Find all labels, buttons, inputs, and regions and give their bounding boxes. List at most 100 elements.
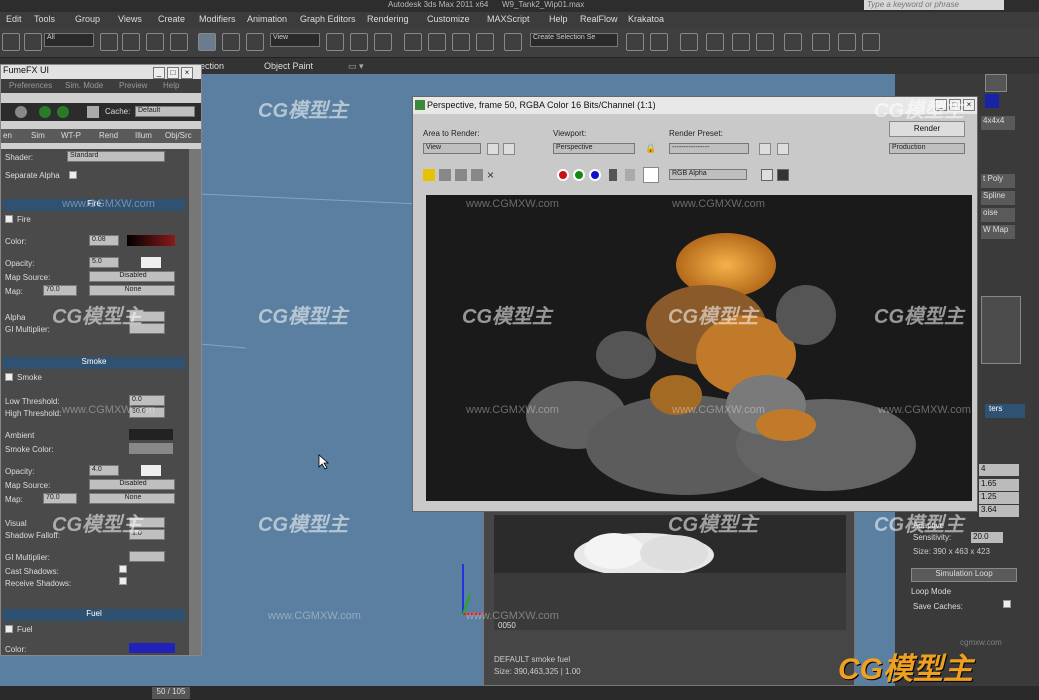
swatch-icon[interactable] (643, 167, 659, 183)
smoke-map-source-dropdown[interactable]: Disabled (89, 479, 175, 490)
cmd-value-2[interactable]: 1.25 (979, 492, 1019, 504)
mirror-icon[interactable] (626, 33, 644, 51)
named-selection-dropdown[interactable]: Create Selection Se (530, 33, 618, 47)
render-preset-dropdown[interactable]: ---------------- (669, 143, 749, 154)
cache-dropdown[interactable]: Default (135, 106, 195, 117)
environment-icon[interactable] (777, 143, 789, 155)
menu-graph-editors[interactable]: Graph Editors (300, 14, 356, 24)
tab-obj-src[interactable]: Obj/Src (165, 131, 192, 140)
move-icon[interactable] (198, 33, 216, 51)
viewport-dropdown[interactable]: Perspective (553, 143, 635, 154)
tab-object-paint[interactable]: Object Paint (264, 61, 313, 71)
area-to-render-dropdown[interactable]: View (423, 143, 481, 154)
angle-snap-icon[interactable] (428, 33, 446, 51)
pivot-icon[interactable] (326, 33, 344, 51)
menu-tools[interactable]: Tools (34, 14, 55, 24)
monochrome-icon[interactable] (625, 169, 635, 181)
schematic-view-icon[interactable] (756, 33, 774, 51)
cmd-item-3[interactable]: oise (981, 208, 1015, 222)
simulation-loop-button[interactable]: Simulation Loop (911, 568, 1017, 582)
green-channel-icon[interactable] (573, 169, 585, 181)
smoke-opacity-field[interactable]: 4.0 (89, 465, 119, 476)
cmd-item-1[interactable]: t Poly (981, 174, 1015, 188)
smoke-map-amount[interactable]: 70.0 (43, 493, 77, 504)
fuel-checkbox[interactable] (5, 625, 13, 633)
toggle-overlay-icon[interactable] (777, 169, 789, 181)
tab-wt-p[interactable]: WT-P (61, 131, 81, 140)
fire-map-amount[interactable]: 70.0 (43, 285, 77, 296)
fire-color-gradient[interactable] (127, 235, 175, 246)
render-setup-icon[interactable] (812, 33, 830, 51)
render-setup-small-icon[interactable] (759, 143, 771, 155)
render-button[interactable]: Render (889, 121, 965, 137)
tab-illum[interactable]: Illum (135, 131, 152, 140)
link-icon[interactable] (2, 33, 20, 51)
menu-animation[interactable]: Animation (247, 14, 287, 24)
render-close-icon[interactable]: × (963, 99, 975, 111)
clear-icon[interactable]: × (487, 168, 494, 182)
fire-opacity-curve[interactable] (141, 257, 161, 268)
menu-customize[interactable]: Customize (427, 14, 470, 24)
menu-rendering[interactable]: Rendering (367, 14, 409, 24)
blue-channel-icon[interactable] (589, 169, 601, 181)
red-channel-icon[interactable] (557, 169, 569, 181)
print-image-icon[interactable] (471, 169, 483, 181)
maximize-icon[interactable]: □ (167, 67, 179, 79)
fumefx-menu-preview[interactable]: Preview (119, 81, 147, 90)
save-image-icon[interactable] (423, 169, 435, 181)
tab-rend[interactable]: Rend (99, 131, 118, 140)
save-caches-checkbox[interactable] (1003, 600, 1011, 608)
cmd-item-0[interactable]: 4x4x4 (981, 116, 1015, 130)
selection-filter-dropdown[interactable]: All (44, 33, 94, 47)
cmd-value-1[interactable]: 1.65 (979, 479, 1019, 491)
continue-icon[interactable] (57, 106, 69, 118)
curve-editor-icon[interactable] (732, 33, 750, 51)
menu-edit[interactable]: Edit (6, 14, 22, 24)
smoke-opacity-curve[interactable] (141, 465, 161, 476)
rotate-icon[interactable] (222, 33, 240, 51)
preview-icon[interactable] (87, 106, 99, 118)
cmd-value-0[interactable]: 4 (979, 464, 1019, 476)
smoke-checkbox[interactable] (5, 373, 13, 381)
select-object-icon[interactable] (100, 33, 118, 51)
ribbon-options-icon[interactable]: ▭ ▾ (348, 61, 364, 72)
tab-sim[interactable]: Sim (31, 131, 45, 140)
fumefx-menu-help[interactable]: Help (163, 81, 179, 90)
tab-parameters[interactable]: ters (985, 404, 1025, 418)
rectangle-selection-icon[interactable] (146, 33, 164, 51)
keyboard-shortcut-icon[interactable] (374, 33, 392, 51)
snaps-toggle-icon[interactable] (404, 33, 422, 51)
separate-alpha-checkbox[interactable] (69, 171, 77, 179)
hammer-icon[interactable] (985, 74, 1007, 92)
time-slider[interactable]: 50 / 105 (152, 687, 190, 699)
align-icon[interactable] (650, 33, 668, 51)
sim-icon[interactable] (15, 106, 27, 118)
fumefx-menu-preferences[interactable]: Preferences (9, 81, 52, 90)
edit-named-selection-icon[interactable] (504, 33, 522, 51)
fumefx-menu-sim-mode[interactable]: Sim. Mode (65, 81, 103, 90)
fire-opacity-field[interactable]: 5.0 (89, 257, 119, 268)
search-input[interactable]: Type a keyword or phrase (864, 0, 1004, 10)
fire-map-button[interactable]: None (89, 285, 175, 296)
fuel-section-header[interactable]: Fuel (3, 609, 185, 621)
clone-window-icon[interactable] (455, 169, 467, 181)
fumefx-scrollbar[interactable] (189, 149, 201, 655)
smoke-section-header[interactable]: Smoke (3, 357, 185, 369)
cast-shadows-checkbox[interactable] (119, 565, 127, 573)
fire-color-field[interactable]: 0.08 (89, 235, 119, 246)
layer-manager-icon[interactable] (680, 33, 698, 51)
tab-gen[interactable]: en (3, 131, 12, 140)
smoke-color-swatch[interactable] (129, 443, 173, 454)
fire-map-source-dropdown[interactable]: Disabled (89, 271, 175, 282)
bind-space-warp-icon[interactable] (24, 33, 42, 51)
tab-selection[interactable]: ection (200, 61, 224, 71)
play-icon[interactable] (39, 106, 51, 118)
smoke-gi-field[interactable] (129, 551, 165, 562)
sensitivity-field[interactable]: 20.0 (971, 532, 1003, 543)
shader-dropdown[interactable]: Standard (67, 151, 165, 162)
ambient-swatch[interactable] (129, 429, 173, 440)
menu-realflow[interactable]: RealFlow (580, 14, 618, 24)
production-dropdown[interactable]: Production (889, 143, 965, 154)
toggle-ui-icon[interactable] (761, 169, 773, 181)
receive-shadows-checkbox[interactable] (119, 577, 127, 585)
